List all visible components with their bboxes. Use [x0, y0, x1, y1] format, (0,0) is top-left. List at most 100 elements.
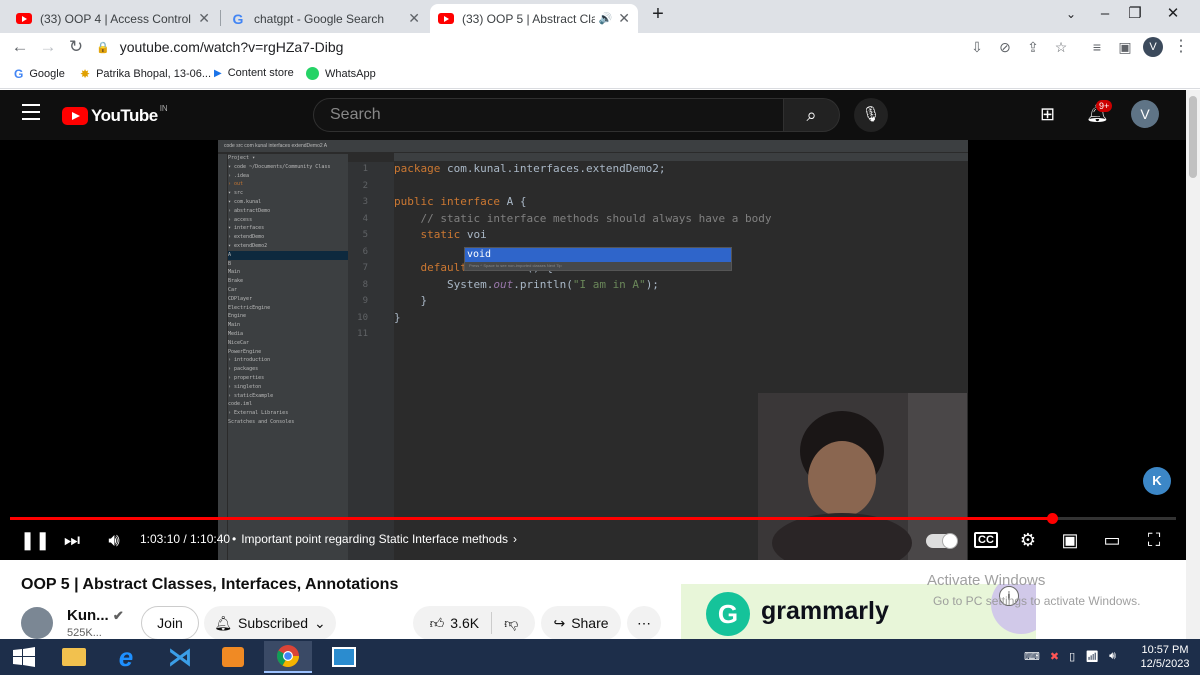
bookmark-star-icon[interactable]: ☆: [1050, 37, 1072, 57]
keyboard-icon[interactable]: ⌨: [1024, 650, 1040, 663]
settings-button[interactable]: ⚙: [1016, 529, 1040, 551]
page-scrollbar[interactable]: [1186, 90, 1200, 639]
close-icon[interactable]: ✕: [618, 10, 630, 27]
hamburger-menu-icon[interactable]: [22, 104, 40, 120]
bookmark-google[interactable]: G Google: [14, 67, 65, 81]
tab-oop4[interactable]: (33) OOP 4 | Access Control, In-built ✕: [8, 4, 218, 33]
next-button[interactable]: ⏭︎: [60, 529, 84, 551]
channel-name[interactable]: Kun... ✔: [67, 607, 124, 624]
line-number: 4: [362, 213, 368, 224]
tree-item: › packages: [228, 366, 259, 373]
share-icon: ↪: [553, 614, 566, 631]
start-button[interactable]: [0, 641, 48, 673]
tree-item: Project ▾: [228, 155, 256, 161]
volume-button[interactable]: 🔊︎: [101, 529, 127, 551]
line-number: 3: [362, 197, 368, 207]
bookmark-whatsapp[interactable]: WhatsApp: [306, 67, 376, 80]
taskbar-vscode[interactable]: ⋊: [156, 641, 204, 673]
reload-button[interactable]: ↻: [64, 36, 88, 58]
play-store-icon: ▶: [214, 67, 222, 79]
ide-side-toolbar: [218, 154, 228, 560]
time-display: 1:03:10 / 1:10:40: [140, 532, 231, 546]
line-number: 11: [357, 329, 368, 339]
youtube-logo[interactable]: YouTube IN: [62, 104, 168, 126]
taskbar-app-orange[interactable]: [209, 641, 257, 673]
more-actions-button[interactable]: ⋯: [627, 606, 661, 640]
tree-item: ▾ interfaces: [228, 225, 265, 232]
tree-item: Car: [228, 286, 238, 293]
minimize-button[interactable]: –: [1090, 2, 1120, 28]
bookmark-label: Google: [29, 68, 65, 80]
forward-button[interactable]: →: [36, 36, 60, 58]
network-signal-icon[interactable]: 📶︎: [1085, 650, 1099, 663]
tab-google-search[interactable]: G chatgpt - Google Search ✕: [222, 4, 428, 33]
volume-icon[interactable]: 🔊︎: [1109, 650, 1116, 663]
tab-search-icon[interactable]: ⌄: [1056, 2, 1086, 28]
player-controls: ❚❚ ⏭︎ 🔊︎ 1:03:10 / 1:10:40 • Important p…: [0, 520, 1186, 560]
user-avatar[interactable]: V: [1131, 100, 1159, 128]
search-input[interactable]: Search: [313, 98, 784, 132]
gear-icon: ⚙: [1019, 530, 1037, 550]
chapter-title-button[interactable]: • Important point regarding Static Inter…: [232, 532, 517, 546]
captions-button[interactable]: CC: [974, 529, 998, 551]
lock-icon[interactable]: 🔒: [96, 41, 110, 54]
maximize-button[interactable]: ❐: [1120, 2, 1150, 28]
like-button[interactable]: 👍︎ 3.6K: [430, 615, 479, 632]
autoplay-toggle[interactable]: [926, 533, 958, 549]
search-button[interactable]: ⌕: [784, 98, 840, 132]
miniplayer-icon: ▣: [1061, 530, 1079, 550]
pause-button[interactable]: ❚❚: [20, 529, 50, 551]
theater-mode-button[interactable]: ▭: [1100, 529, 1124, 551]
taskbar-chrome[interactable]: [264, 641, 312, 673]
security-alert-icon[interactable]: ✖: [1050, 650, 1059, 663]
ad-banner[interactable]: G grammarly i: [681, 584, 1036, 639]
new-tab-button[interactable]: +: [643, 2, 673, 28]
scrollbar-thumb[interactable]: [1189, 96, 1197, 178]
taskbar-internet-explorer[interactable]: e: [102, 641, 150, 673]
share-icon[interactable]: ⇪: [1022, 37, 1044, 57]
bookmark-content-store[interactable]: ▶ Content store: [214, 67, 294, 79]
taskbar-photos[interactable]: [320, 641, 368, 673]
fullscreen-button[interactable]: ⛶: [1142, 529, 1166, 551]
close-icon[interactable]: ✕: [198, 10, 210, 27]
miniplayer-button[interactable]: ▣: [1058, 529, 1082, 551]
system-clock[interactable]: 10:57 PM 12/5/2023: [1134, 643, 1196, 671]
line-number: 5: [362, 230, 368, 240]
subscribed-button[interactable]: 🔔︎ Subscribed ⌄: [204, 606, 336, 640]
dislike-button[interactable]: 👎︎: [504, 615, 518, 632]
address-bar[interactable]: 🔒 youtube.com/watch?v=rgHZa7-Dibg: [96, 35, 996, 59]
tab-oop5[interactable]: (33) OOP 5 | Abstract Classes, Ir 🔊 ✕: [430, 4, 638, 33]
tree-item: › abstractDemo: [228, 207, 271, 214]
join-button[interactable]: Join: [141, 606, 199, 640]
install-app-icon[interactable]: ⇩: [966, 37, 988, 57]
battery-icon[interactable]: ▯: [1069, 650, 1075, 663]
theater-icon: ▭: [1103, 530, 1121, 550]
profile-avatar[interactable]: V: [1143, 37, 1163, 57]
close-icon[interactable]: ✕: [408, 10, 420, 27]
clock-date: 12/5/2023: [1140, 658, 1190, 670]
menu-kebab-icon[interactable]: ⋮: [1170, 37, 1192, 57]
like-count: 3.6K: [450, 614, 480, 631]
back-button[interactable]: ←: [8, 36, 32, 58]
eye-off-icon[interactable]: ⊘: [994, 37, 1016, 57]
bookmark-patrika[interactable]: ✸ Patrika Bhopal, 13-06...: [80, 67, 211, 81]
tree-item: › access: [228, 216, 253, 223]
autocomplete-hint: Press ^ Space to see non-imported classe…: [469, 263, 562, 268]
video-player[interactable]: code src com kunal interfaces extendDemo…: [0, 140, 1186, 560]
tab-strip: (33) OOP 4 | Access Control, In-built ✕ …: [0, 0, 1200, 33]
reading-list-icon[interactable]: ≡: [1086, 37, 1108, 57]
taskbar-file-explorer[interactable]: [50, 641, 98, 673]
thumbs-down-icon: 👎︎: [504, 614, 519, 631]
bullet: •: [232, 532, 237, 546]
channel-watermark[interactable]: K: [1143, 467, 1171, 495]
create-video-icon[interactable]: ⊞: [1040, 104, 1055, 125]
audio-playing-icon[interactable]: 🔊: [599, 12, 613, 25]
channel-avatar[interactable]: [21, 607, 53, 639]
share-button[interactable]: ↪ Share: [541, 606, 621, 640]
close-window-button[interactable]: ✕: [1158, 2, 1188, 28]
voice-search-button[interactable]: 🎙: [854, 98, 888, 132]
windows-taskbar: e ⋊ ⌨ ✖ ▯ 📶︎ 🔊︎ 10:57 PM 12/5/2023: [0, 639, 1200, 675]
side-panel-icon[interactable]: ▣: [1114, 37, 1136, 57]
youtube-masthead: YouTube IN Search ⌕ 🎙 ⊞ 🔔︎ 9+ V: [0, 90, 1186, 140]
tree-item: ElectricEngine: [228, 304, 271, 311]
